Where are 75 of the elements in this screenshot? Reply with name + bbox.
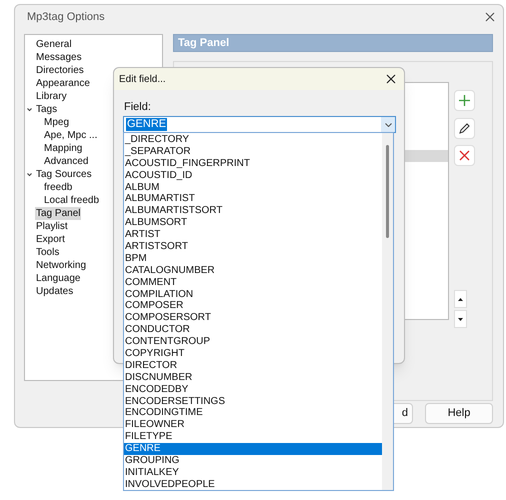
window-title: Mp3tag Options [27, 10, 105, 25]
dialog-title: Edit field... [119, 72, 166, 86]
tree-item[interactable]: Tags [35, 103, 58, 116]
up-arrow-icon [458, 298, 463, 300]
pencil-icon [459, 123, 470, 134]
dropdown-option[interactable]: ARTIST [124, 229, 382, 242]
scroll-thumb[interactable] [386, 145, 389, 238]
expanded-chevron-icon[interactable] [27, 107, 32, 112]
dropdown-option[interactable]: COPYRIGHT [124, 348, 382, 360]
dropdown-option[interactable]: ENCODERSETTINGS [124, 396, 382, 408]
field-label: Field: [124, 100, 152, 115]
tree-item[interactable]: Mpeg [43, 116, 70, 129]
tree-item[interactable]: Updates [35, 285, 74, 298]
dropdown-option[interactable]: ARTISTSORT [124, 241, 382, 253]
tree-item[interactable]: Playlist [35, 220, 69, 233]
dropdown-button[interactable] [381, 117, 395, 132]
dropdown-option[interactable]: INVOLVEDPEOPLE [124, 478, 382, 491]
dropdown-option[interactable]: FILEOWNER [124, 419, 382, 432]
tree-item[interactable]: Tag Panel [35, 207, 82, 220]
dropdown-option[interactable]: ENCODINGTIME [124, 407, 382, 420]
add-button[interactable] [454, 90, 475, 111]
scrollbar[interactable] [382, 133, 393, 490]
dropdown-option[interactable]: COMPOSERSORT [124, 312, 382, 324]
dropdown-option[interactable]: ALBUMSORT [124, 217, 382, 230]
tree-item[interactable]: Messages [35, 51, 83, 64]
dropdown-option[interactable]: ALBUMARTISTSORT [124, 205, 382, 218]
dropdown-option[interactable]: FILETYPE [124, 431, 382, 444]
dropdown-option[interactable]: INITIALKEY [124, 466, 382, 479]
dropdown-option[interactable]: ACOUSTID_FINGERPRINT [124, 158, 382, 170]
close-icon[interactable] [386, 74, 396, 84]
tree-item[interactable]: Networking [35, 259, 88, 272]
tree-item[interactable]: Mapping [43, 142, 84, 155]
dropdown-option[interactable]: _SEPARATOR [124, 146, 382, 158]
dropdown-option[interactable]: GENRE [124, 443, 382, 456]
down-arrow-icon [458, 318, 463, 320]
dropdown-option[interactable]: DIRECTOR [124, 360, 382, 372]
move-down-button[interactable] [454, 310, 467, 328]
tree-item[interactable]: Tools [35, 246, 60, 259]
dropdown-option[interactable]: DISCNUMBER [124, 372, 382, 384]
field-value: GENRE [126, 118, 168, 131]
plus-icon [459, 95, 470, 106]
tree-item[interactable]: Directories [35, 64, 85, 77]
tree-item[interactable]: Advanced [43, 155, 90, 168]
dropdown-option[interactable]: BPM [124, 252, 382, 265]
dropdown-option[interactable]: ALBUMARTIST [124, 193, 382, 206]
dropdown-option[interactable]: ACOUSTID_ID [124, 170, 382, 182]
dropdown-option[interactable]: CONDUCTOR [124, 324, 382, 336]
dropdown-option[interactable]: COMPOSER [124, 300, 382, 312]
tree-item[interactable]: Export [35, 233, 66, 246]
tree-item[interactable]: Ape, Mpc ... [43, 129, 98, 142]
tree-item[interactable]: Language [35, 272, 82, 285]
chevron-icon [384, 122, 392, 126]
panel-header: Tag Panel [173, 34, 493, 52]
field-combo[interactable]: GENRE [123, 116, 396, 133]
help-button[interactable]: Help [425, 403, 493, 424]
dropdown-option[interactable]: _DIRECTORY [124, 134, 382, 146]
dropdown-option[interactable]: ALBUM [124, 182, 382, 194]
tree-item[interactable]: Local freedb [43, 194, 100, 207]
dropdown-option[interactable]: CATALOGNUMBER [124, 264, 382, 277]
expanded-chevron-icon[interactable] [27, 172, 32, 177]
tree-item[interactable]: freedb [43, 181, 74, 194]
dropdown-option[interactable]: COMPILATION [124, 288, 382, 300]
move-up-button[interactable] [454, 290, 467, 308]
edit-button[interactable] [454, 118, 475, 139]
tree-item[interactable]: Library [35, 90, 68, 103]
dropdown-option[interactable]: COMMENT [124, 276, 382, 289]
cross-icon [459, 150, 470, 161]
dropdown-option[interactable]: CONTENTGROUP [124, 336, 382, 348]
dropdown-option[interactable]: ENCODEDBY [124, 384, 382, 396]
tree-item[interactable]: Tag Sources [35, 168, 93, 181]
dropdown-option[interactable]: GROUPING [124, 455, 382, 467]
tree-item[interactable]: Appearance [35, 77, 91, 90]
delete-button[interactable] [454, 145, 475, 166]
tree-item[interactable]: General [35, 38, 73, 51]
close-icon[interactable] [485, 12, 495, 22]
